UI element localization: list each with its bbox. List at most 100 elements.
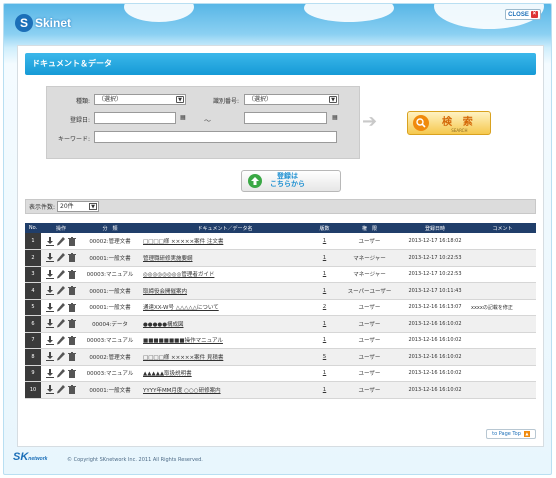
download-icon[interactable] [46, 319, 54, 329]
date-to-input[interactable] [244, 112, 327, 124]
row-version-link[interactable]: 1 [311, 365, 338, 382]
row-document-link[interactable]: 通達XX-W号 △△△△△について [139, 299, 311, 316]
trash-icon[interactable] [68, 286, 76, 296]
row-auth: ユーザー [338, 315, 401, 333]
row-auth: ユーザー [338, 299, 401, 316]
edit-pencil-icon[interactable] [57, 286, 65, 295]
row-auth: マネージャー [338, 266, 401, 283]
count-label: 表示件数: [29, 204, 56, 211]
row-version-link[interactable]: 1 [311, 315, 338, 333]
row-actions [41, 332, 81, 349]
col-header-auth: 権 限 [338, 223, 401, 233]
edit-pencil-icon[interactable] [57, 236, 65, 246]
download-icon[interactable] [46, 335, 54, 345]
row-version-link[interactable]: 1 [311, 282, 338, 300]
row-document-link[interactable]: YYYY年MM月度 ○○○研修案内 [139, 381, 311, 399]
trash-icon[interactable] [68, 253, 76, 263]
edit-pencil-icon[interactable] [57, 253, 65, 262]
download-icon[interactable] [46, 253, 54, 263]
download-icon[interactable] [46, 236, 54, 246]
download-icon[interactable] [46, 385, 54, 395]
trash-icon[interactable] [68, 385, 76, 395]
count-bar: 表示件数: 20件 ▼ [25, 199, 536, 214]
row-version-link[interactable]: 1 [311, 381, 338, 399]
close-button[interactable]: CLOSE × [505, 9, 541, 20]
category-select[interactable]: （選択） ▼ [94, 94, 186, 105]
row-document-link[interactable]: ●●●●●構成図 [139, 315, 311, 333]
cloud-decoration [304, 4, 394, 22]
id-select[interactable]: （選択） ▼ [244, 94, 339, 105]
row-actions [41, 299, 81, 316]
date-from-input[interactable] [94, 112, 176, 124]
row-date: 2013-12-16 16:10:02 [401, 315, 469, 333]
edit-pencil-icon[interactable] [57, 385, 65, 394]
row-category: 00003:マニュアル [81, 332, 139, 349]
row-document-link[interactable]: ◎◎◎◎◎◎◎◎管理者ガイド [139, 266, 311, 283]
date-range-tilde: ～ [204, 117, 211, 125]
row-version-link[interactable]: 1 [311, 233, 338, 250]
row-number: 6 [25, 315, 41, 333]
trash-icon[interactable] [68, 236, 76, 246]
row-version-link[interactable]: 1 [311, 249, 338, 267]
row-comment [469, 315, 536, 333]
row-version-link[interactable]: 1 [311, 266, 338, 283]
search-button[interactable]: 検 索 SEARCH [407, 111, 491, 135]
row-actions [41, 266, 81, 283]
table-row: 1 00002:管理文書 □□□□様 ×××××案件 注文書 1 ユーザー 2013-12… [25, 233, 536, 250]
row-number: 10 [25, 381, 41, 399]
edit-pencil-icon[interactable] [57, 302, 65, 312]
row-version-link[interactable]: 1 [311, 332, 338, 349]
date-label: 登録日: [69, 117, 90, 124]
download-icon[interactable] [46, 302, 54, 312]
edit-pencil-icon[interactable] [57, 269, 65, 279]
row-actions [41, 381, 81, 399]
footer-logo-sub: network [28, 456, 48, 462]
row-date: 2013-12-16 16:10:02 [401, 381, 469, 399]
table-row: 2 00001:一般文書 管理職研修実施要綱 1 マネージャー 2013-12-17 10… [25, 249, 536, 267]
to-page-top-button[interactable]: to Page Top ▲ [486, 429, 536, 439]
row-version-link[interactable]: 5 [311, 348, 338, 366]
row-document-link[interactable]: □□□□様 ×××××案件 注文書 [139, 233, 311, 250]
to-page-top-label: to Page Top [492, 431, 521, 437]
download-icon[interactable] [46, 352, 54, 362]
register-button[interactable]: 登録は こちらから [241, 170, 341, 192]
edit-pencil-icon[interactable] [57, 368, 65, 378]
download-icon[interactable] [46, 368, 54, 378]
row-date: 2013-12-17 10:22:53 [401, 249, 469, 267]
upload-icon [248, 174, 262, 188]
trash-icon[interactable] [68, 335, 76, 345]
calendar-icon[interactable]: ▦ [180, 114, 186, 121]
edit-pencil-icon[interactable] [57, 352, 65, 361]
row-actions [41, 315, 81, 333]
edit-pencil-icon[interactable] [57, 319, 65, 328]
table-row: 4 00001:一般文書 取締役会開催案内 1 スーパーユーザー 2013-12-17 1… [25, 282, 536, 300]
trash-icon[interactable] [68, 269, 76, 279]
row-document-link[interactable]: ■■■■■■■■操作マニュアル [139, 332, 311, 349]
download-icon[interactable] [46, 286, 54, 296]
table-row: 5 00001:一般文書 通達XX-W号 △△△△△について 2 ユーザー 2013-12… [25, 299, 536, 316]
trash-icon[interactable] [68, 319, 76, 329]
row-document-link[interactable]: □□□□様 ×××××案件 見積書 [139, 348, 311, 366]
table-row: 9 00003:マニュアル ▲▲▲▲▲取扱説明書 1 ユーザー 2013-12-16 16… [25, 365, 536, 382]
edit-pencil-icon[interactable] [57, 335, 65, 345]
row-number: 5 [25, 299, 41, 316]
keyword-input[interactable] [94, 131, 337, 143]
trash-icon[interactable] [68, 368, 76, 378]
row-document-link[interactable]: 管理職研修実施要綱 [139, 249, 311, 267]
row-date: 2013-12-16 16:13:07 [401, 299, 469, 316]
row-date: 2013-12-17 10:22:53 [401, 266, 469, 283]
col-header-comment: コメント [469, 223, 536, 233]
row-category: 00002:管理文書 [81, 348, 139, 366]
count-select[interactable]: 20件 ▼ [57, 201, 100, 212]
row-document-link[interactable]: ▲▲▲▲▲取扱説明書 [139, 365, 311, 382]
trash-icon[interactable] [68, 302, 76, 312]
row-document-link[interactable]: 取締役会開催案内 [139, 282, 311, 300]
row-actions [41, 348, 81, 366]
row-version-link[interactable]: 2 [311, 299, 338, 316]
row-category: 00001:一般文書 [81, 381, 139, 399]
calendar-icon[interactable]: ▦ [332, 114, 338, 121]
download-icon[interactable] [46, 269, 54, 279]
trash-icon[interactable] [68, 352, 76, 362]
arrow-right-icon: ➔ [362, 111, 378, 132]
logo-text: Skinet [35, 16, 72, 30]
